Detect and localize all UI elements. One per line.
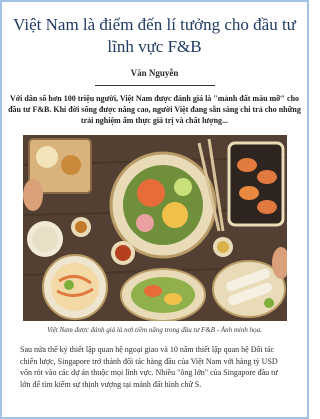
article-page: Việt Nam là điểm đến lí tưởng cho đầu tư…	[0, 0, 309, 419]
title-divider	[94, 85, 215, 86]
food-photo-illustration	[22, 135, 287, 321]
article-title: Việt Nam là điểm đến lí tưởng cho đầu tư…	[13, 15, 296, 56]
food-photo	[22, 135, 287, 321]
article-body: Sau nửa thế kỷ thiết lập quan hệ ngoại g…	[20, 345, 278, 389]
image-caption: Việt Nam được đánh giá là nơi tiềm năng …	[47, 326, 262, 334]
article-author: Văn Nguyễn	[130, 68, 179, 78]
article-lead: Với dân số hơn 100 triệu người, Việt Nam…	[8, 94, 301, 125]
